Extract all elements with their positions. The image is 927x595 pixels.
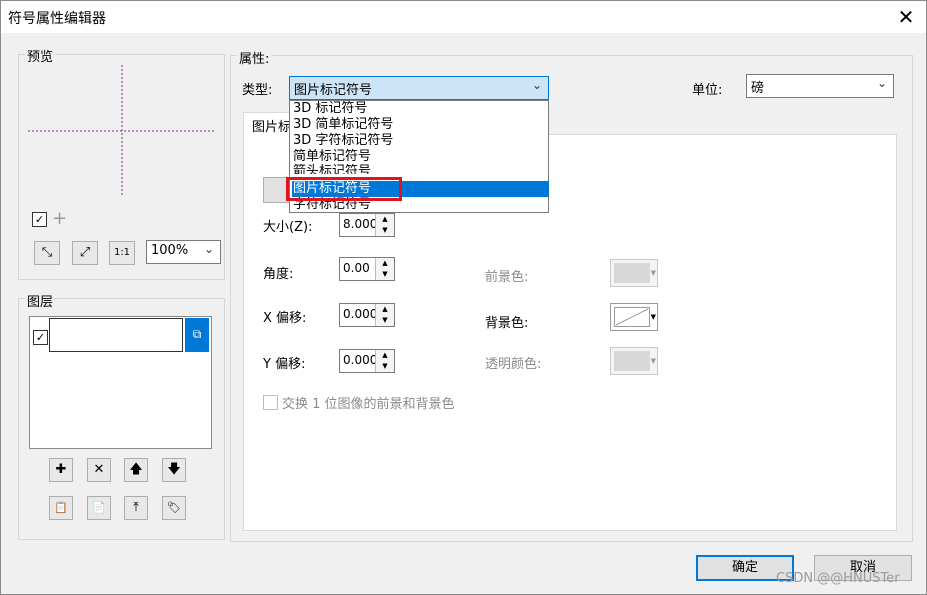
angle-label: 角度:	[263, 267, 294, 282]
remove-layer-button[interactable]: ✕	[87, 458, 111, 482]
xoffset-label: X 偏移:	[263, 311, 307, 326]
window-title: 符号属性编辑器	[8, 11, 106, 27]
highlight-annotation-box	[286, 177, 402, 201]
type-option-3d-simple-marker[interactable]: 3D 简单标记符号	[292, 117, 549, 133]
background-color-label: 背景色:	[485, 316, 529, 331]
tab-picture-marker[interactable]: 图片标	[243, 112, 293, 136]
preview-checkbox[interactable]: ✓	[32, 212, 47, 227]
zoom-actual-button[interactable]: 1:1	[109, 241, 135, 265]
type-option-simple-marker[interactable]: 简单标记符号	[292, 149, 549, 165]
spin-down-icon[interactable]: ▼	[376, 225, 394, 236]
zoom-full-button[interactable]: ⤢	[72, 241, 98, 265]
foreground-color-label: 前景色:	[485, 270, 529, 285]
plus-icon[interactable]: +	[52, 208, 67, 229]
properties-label: 属性:	[237, 48, 272, 67]
type-option-3d-character-marker[interactable]: 3D 字符标记符号	[292, 133, 549, 149]
xoffset-spinner[interactable]: 0.000 ▲ ▼	[339, 303, 395, 327]
chevron-down-icon: ⌄	[876, 76, 887, 90]
background-color-button[interactable]: ▼	[610, 303, 658, 331]
angle-spinner[interactable]: 0.00 ▲ ▼	[339, 257, 395, 281]
swap-colors-label: 交换 1 位图像的前景和背景色	[282, 397, 455, 412]
paste-layer-button[interactable]: 📄	[87, 496, 111, 520]
add-layer-button[interactable]: ✚	[49, 458, 73, 482]
type-label: 类型:	[242, 83, 273, 98]
no-color-icon	[615, 308, 649, 326]
title-bar: 符号属性编辑器 ✕	[1, 1, 926, 33]
watermark: CSDN @@HNUSTer	[776, 571, 900, 586]
foreground-color-button: ▼	[610, 259, 658, 287]
move-down-button[interactable]: 🡇	[162, 458, 186, 482]
chevron-down-icon: ▼	[650, 269, 656, 277]
tag-layer-button[interactable]: 🏷	[162, 496, 186, 520]
size-spinner[interactable]: 8.000 ▲ ▼	[339, 213, 395, 237]
move-up-button[interactable]: 🡅	[124, 458, 148, 482]
layer-visible-checkbox[interactable]: ✓	[33, 330, 48, 345]
transparent-color-label: 透明颜色:	[485, 357, 542, 372]
copy-layer-button[interactable]: 📋	[49, 496, 73, 520]
transparent-color-button: ▼	[610, 347, 658, 375]
type-option-3d-marker[interactable]: 3D 标记符号	[292, 101, 549, 117]
zoom-fit-button[interactable]: ⤡	[34, 241, 60, 265]
spin-down-icon[interactable]: ▼	[376, 315, 394, 326]
layers-label: 图层	[25, 291, 56, 310]
spin-down-icon[interactable]: ▼	[376, 269, 394, 280]
layer-list-item[interactable]	[49, 318, 183, 352]
layer-properties-icon[interactable]: ⧉	[185, 318, 209, 352]
swap-colors-checkbox	[263, 395, 278, 410]
chevron-down-icon: ▼	[650, 313, 656, 321]
chevron-down-icon: ▼	[650, 357, 656, 365]
size-label: 大小(Z):	[263, 220, 313, 235]
type-option-arrow-marker[interactable]: 箭头标记符号	[292, 164, 549, 174]
export-layer-button[interactable]: ⤒	[124, 496, 148, 520]
close-icon[interactable]: ✕	[894, 5, 918, 29]
symbol-property-editor-window: 符号属性编辑器 ✕ 预览 ✓ + ⤡ ⤢ 1:1 100% ⌄ 图层 ✓ ⧉ ✚…	[0, 0, 927, 595]
chevron-down-icon: ⌄	[203, 242, 214, 256]
yoffset-spinner[interactable]: 0.000 ▲ ▼	[339, 349, 395, 373]
type-select[interactable]: 图片标记符号 ⌄	[289, 76, 549, 100]
yoffset-label: Y 偏移:	[263, 357, 306, 372]
zoom-select[interactable]: 100% ⌄	[146, 240, 221, 264]
preview-canvas	[28, 65, 214, 195]
chevron-down-icon: ⌄	[531, 78, 542, 92]
spin-down-icon[interactable]: ▼	[376, 361, 394, 372]
unit-select[interactable]: 磅 ⌄	[746, 74, 894, 98]
unit-label: 单位:	[692, 83, 723, 98]
